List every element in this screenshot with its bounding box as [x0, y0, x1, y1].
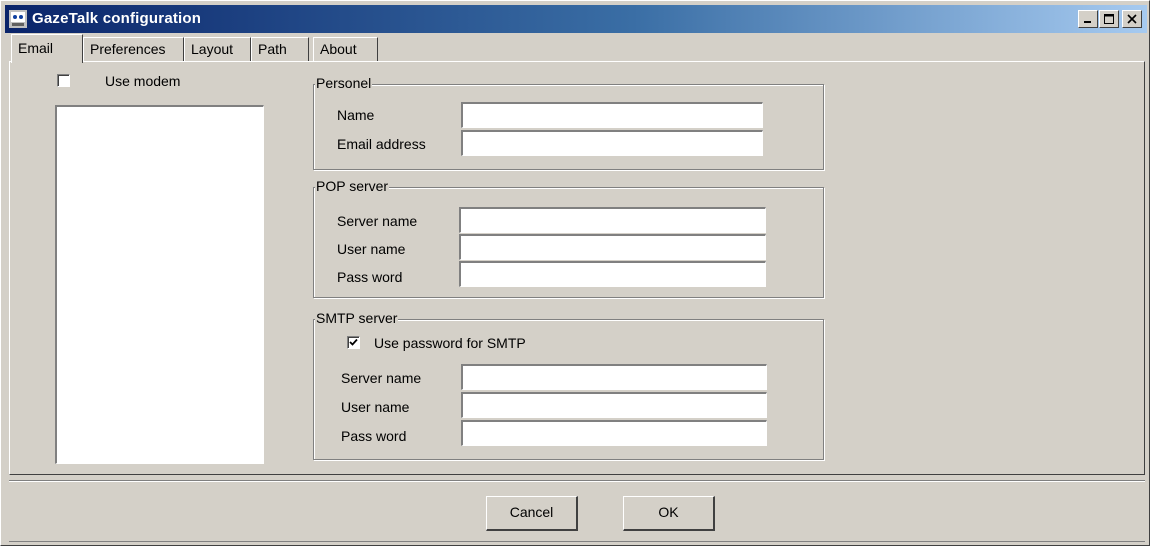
use-modem-label: Use modem	[105, 73, 181, 89]
personel-legend: Personel	[315, 75, 373, 91]
smtp-user-name-label: User name	[341, 399, 410, 415]
name-field[interactable]	[461, 102, 763, 128]
maximize-button[interactable]	[1099, 10, 1119, 28]
pop-server-name-label: Server name	[337, 213, 418, 229]
pop-server-legend: POP server	[315, 178, 390, 194]
footer-separator	[9, 480, 1145, 482]
ok-button[interactable]: OK	[623, 496, 715, 531]
window-title: GazeTalk configuration	[32, 10, 202, 27]
tab-about[interactable]: About	[313, 37, 378, 61]
close-icon	[1127, 14, 1137, 24]
smtp-password-label: Pass word	[341, 428, 407, 444]
pop-user-name-field[interactable]	[459, 234, 766, 260]
use-modem-checkbox[interactable]	[57, 74, 70, 87]
smtp-server-legend: SMTP server	[315, 310, 399, 326]
use-password-smtp-checkbox[interactable]	[347, 336, 360, 349]
tab-preferences[interactable]: Preferences	[83, 37, 184, 61]
name-label: Name	[337, 107, 375, 123]
pop-password-label: Pass word	[337, 269, 403, 285]
tab-layout[interactable]: Layout	[184, 37, 251, 61]
config-window: GazeTalk configuration Email Preferences…	[0, 0, 1150, 546]
modem-listbox[interactable]	[55, 105, 264, 464]
smtp-password-field[interactable]	[461, 420, 767, 446]
cancel-button[interactable]: Cancel	[486, 496, 578, 531]
minimize-icon	[1084, 21, 1091, 23]
smtp-user-name-field[interactable]	[461, 392, 767, 418]
close-button[interactable]	[1122, 10, 1142, 28]
maximize-icon	[1104, 14, 1114, 24]
checkmark-icon	[349, 338, 358, 346]
pop-password-field[interactable]	[459, 261, 766, 287]
email-address-label: Email address	[337, 136, 426, 152]
app-icon	[9, 10, 27, 28]
smtp-server-name-label: Server name	[341, 370, 422, 386]
minimize-button[interactable]	[1078, 10, 1098, 28]
email-address-field[interactable]	[461, 130, 763, 156]
bottom-border	[9, 541, 1145, 542]
pop-user-name-label: User name	[337, 241, 406, 257]
smtp-server-name-field[interactable]	[461, 364, 767, 390]
tab-email[interactable]: Email	[11, 34, 83, 63]
tab-path[interactable]: Path	[251, 37, 309, 61]
pop-server-name-field[interactable]	[459, 207, 766, 233]
title-bar[interactable]: GazeTalk configuration	[5, 5, 1147, 33]
use-password-smtp-label: Use password for SMTP	[374, 335, 526, 351]
